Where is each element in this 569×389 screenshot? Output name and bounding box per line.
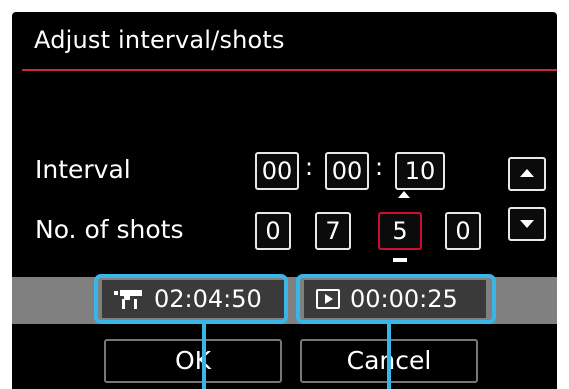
decrease-button[interactable] — [508, 207, 546, 241]
interval-seconds-field[interactable]: 10 — [395, 152, 445, 190]
interval-label: Interval — [35, 155, 131, 184]
camera-menu-screen: Adjust interval/shots Interval 00 : 00 :… — [12, 12, 557, 389]
ok-button[interactable]: OK — [104, 339, 282, 383]
movie-callout-leader — [202, 322, 206, 389]
interval-hours-field[interactable]: 00 — [255, 152, 299, 190]
interval-minutes-field[interactable]: 00 — [325, 152, 369, 190]
up-indicator-icon — [398, 191, 410, 198]
movie-duration-callout — [94, 274, 288, 324]
shots-digit[interactable]: 7 — [315, 212, 351, 250]
increase-button[interactable] — [508, 157, 546, 191]
shots-digit-selected[interactable]: 5 — [378, 212, 422, 250]
shots-digit[interactable]: 0 — [255, 212, 291, 250]
down-arrow-icon — [520, 220, 534, 228]
interval-separator: : — [375, 153, 384, 181]
interval-separator: : — [305, 153, 314, 181]
dialog-title: Adjust interval/shots — [34, 26, 285, 54]
shots-label: No. of shots — [35, 215, 184, 244]
title-divider — [22, 69, 557, 71]
playback-callout-leader — [387, 322, 391, 389]
playback-duration-callout — [296, 274, 496, 324]
shots-digit[interactable]: 0 — [445, 212, 481, 250]
down-indicator-icon — [393, 258, 407, 262]
up-arrow-icon — [520, 169, 534, 177]
